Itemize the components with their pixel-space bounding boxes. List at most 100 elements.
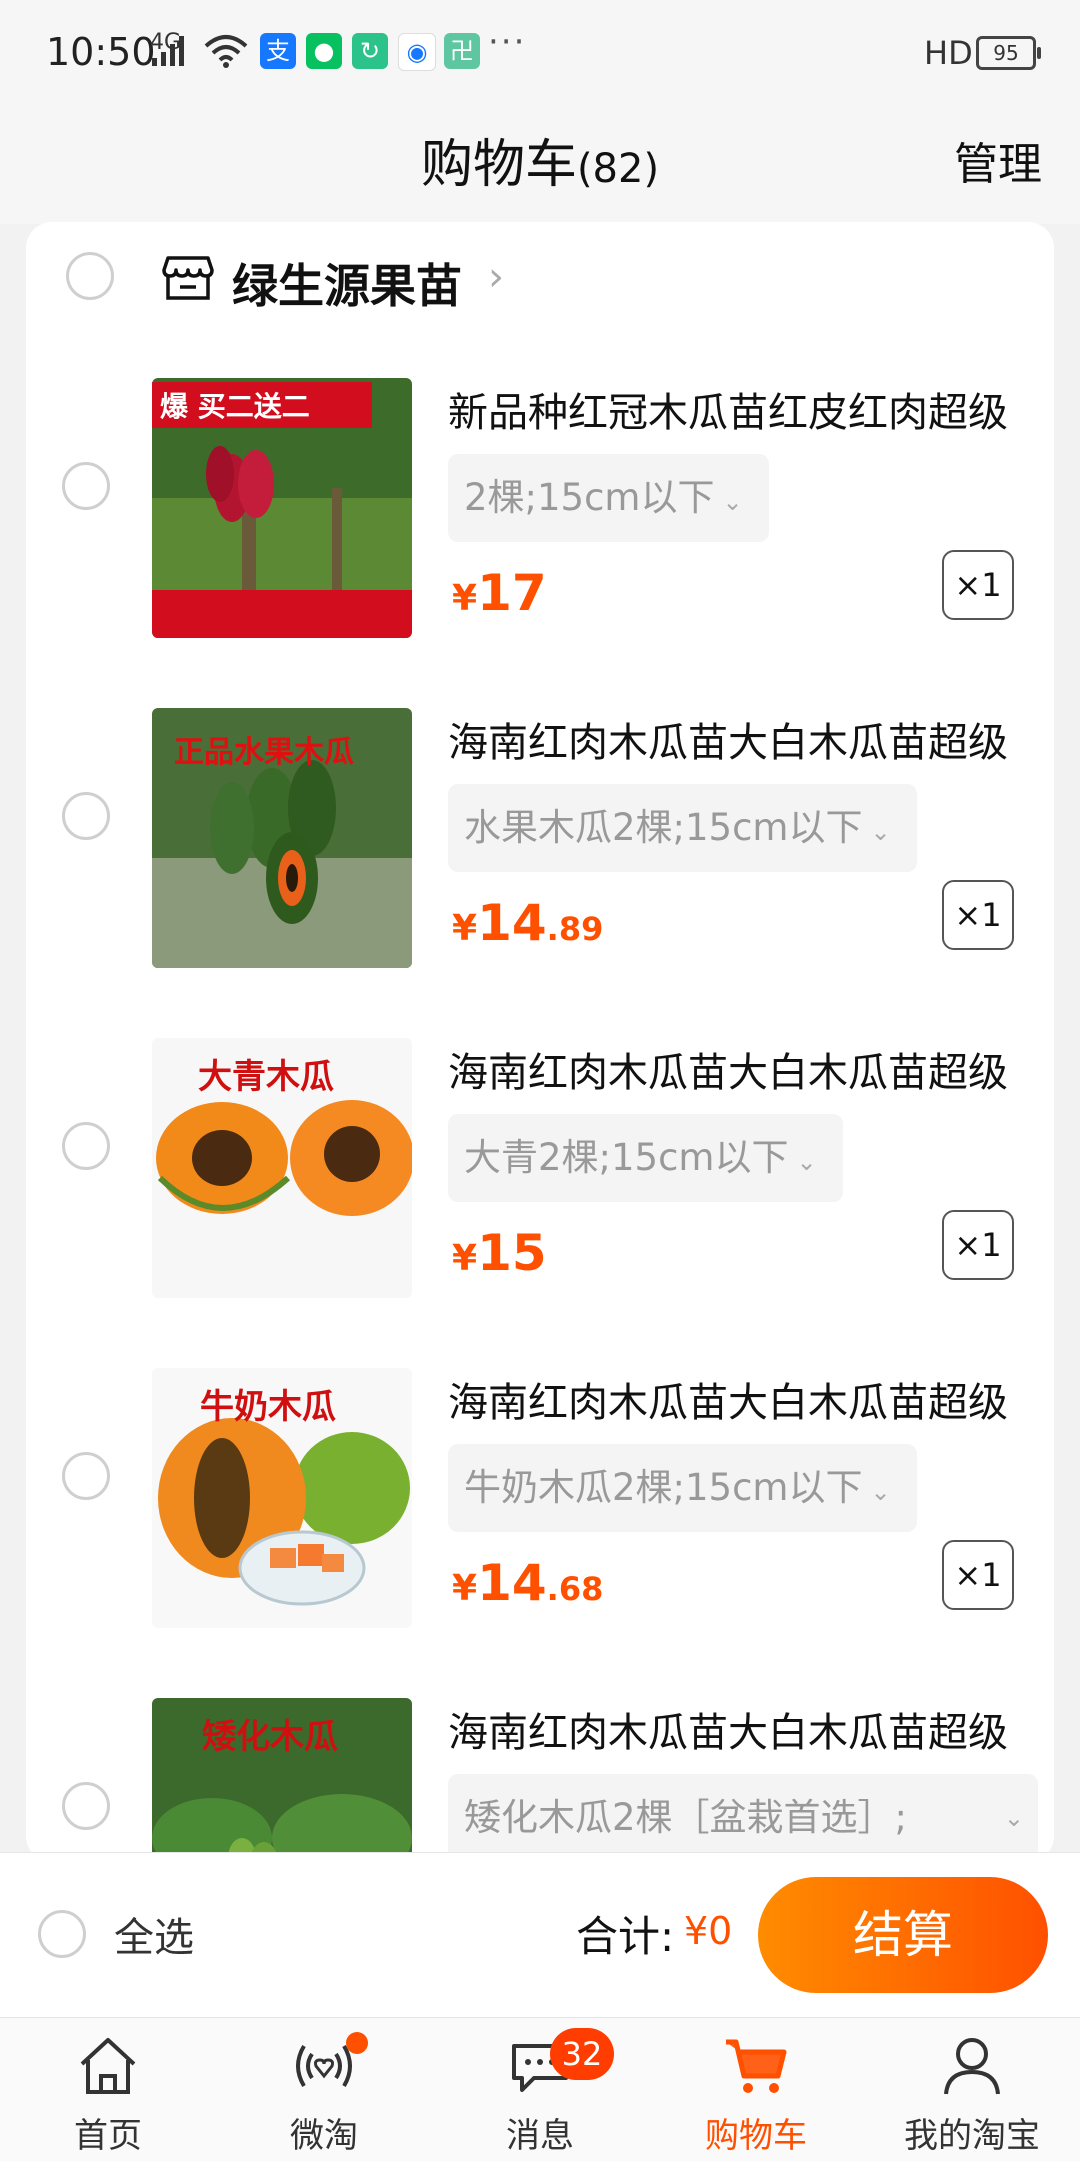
bottom-tab-bar: 首页 微淘 32 消息 购物车 我的淘宝 [0,2017,1080,2161]
item-title[interactable]: 海南红肉木瓜苗大白木瓜苗超级 [448,1040,1038,1098]
product-image-label: 矮化木瓜 [202,1717,338,1757]
currency-symbol: ¥ [452,1568,478,1609]
item-price: ¥17 [452,564,547,622]
chevron-right-icon[interactable]: › [488,254,504,300]
sync-icon: ↻ [352,33,388,69]
chevron-down-icon: ⌄ [870,818,891,846]
page-title-text: 购物车 [420,135,577,195]
tab-label: 首页 [74,2116,142,2156]
product-image-label: 牛奶木瓜 [200,1387,336,1427]
price-integer: 14 [477,894,547,952]
sku-selector[interactable]: 2棵;15cm以下 ⌄ [448,454,769,542]
cart-item[interactable]: 爆 买二送二 新品种红冠木瓜苗红皮红肉超级 2棵;15cm以下 ⌄ ¥17 ×1 [26,352,1054,682]
new-dot-indicator [346,2032,368,2054]
tab-profile[interactable]: 我的淘宝 [864,2018,1080,2161]
store-card: 绿生源果苗 › 爆 买二送二 新品种红冠木瓜苗红皮红肉超级 2棵;15cm以下 ⌄… [26,222,1054,1862]
store-icon [162,256,214,300]
cart-item[interactable]: 牛奶木瓜 海南红肉木瓜苗大白木瓜苗超级 牛奶木瓜2棵;15cm以下 ⌄ ¥14.6… [26,1342,1054,1672]
price-decimal: .89 [546,910,604,948]
tab-home[interactable]: 首页 [0,2018,216,2161]
tab-cart[interactable]: 购物车 [648,2018,864,2161]
sku-text: 牛奶木瓜2棵;15cm以下 [464,1466,863,1509]
more-notifications-icon: ··· [488,22,527,62]
message-badge: 32 [550,2028,614,2080]
sku-selector[interactable]: 水果木瓜2棵;15cm以下 ⌄ [448,784,917,872]
item-title[interactable]: 海南红肉木瓜苗大白木瓜苗超级 [448,710,1038,768]
sku-text: 矮化木瓜2棵［盆栽首选］; [464,1796,908,1839]
select-all-label[interactable]: 全选 [114,1905,194,1963]
browser-icon: ◉ [398,33,436,71]
item-select-radio[interactable] [62,792,110,840]
item-select-radio[interactable] [62,1452,110,1500]
item-select-radio[interactable] [62,1782,110,1830]
product-image[interactable]: 爆 买二送二 [152,378,412,638]
checkout-bar: 全选 合计: ¥0 结算 [0,1852,1080,2018]
tab-label: 消息 [506,2116,574,2156]
sku-selector[interactable]: 矮化木瓜2棵［盆栽首选］; ⌄ [448,1774,1038,1862]
cart-icon [726,2039,787,2093]
currency-symbol: ¥ [452,578,478,619]
quantity-button[interactable]: ×1 [942,880,1014,950]
quantity-button[interactable]: ×1 [942,550,1014,620]
item-select-radio[interactable] [62,462,110,510]
chevron-down-icon: ⌄ [1003,1804,1024,1832]
product-image[interactable]: 大青木瓜 [152,1038,412,1298]
cart-item[interactable]: 大青木瓜 海南红肉木瓜苗大白木瓜苗超级 大青2棵;15cm以下 ⌄ ¥15 ×1 [26,1012,1054,1342]
product-image[interactable]: 牛奶木瓜 [152,1368,412,1628]
item-select-radio[interactable] [62,1122,110,1170]
currency-symbol: ¥ [452,908,478,949]
store-header: 绿生源果苗 › [26,222,1054,334]
wifi-icon [204,35,248,68]
total-label: 合计: [576,1912,675,1961]
total-value: ¥0 [684,1909,733,1953]
currency-symbol: ¥ [452,1238,478,1279]
product-image[interactable]: 矮化木瓜 [152,1698,412,1862]
store-name[interactable]: 绿生源果苗 [232,250,462,316]
tab-messages[interactable]: 32 消息 [432,2018,648,2161]
app-icon: 卍 [444,33,480,69]
status-time: 10:50 [46,30,156,74]
home-icon [80,2038,136,2094]
status-bar: 10:50 4G 支 ● ↻ ◉ 卍 ··· HD 95 [0,0,1080,100]
tab-label: 我的淘宝 [904,2116,1040,2156]
sku-text: 水果木瓜2棵;15cm以下 [464,806,863,849]
price-integer: 17 [477,564,547,622]
cart-item[interactable]: 矮化木瓜 海南红肉木瓜苗大白木瓜苗超级 矮化木瓜2棵［盆栽首选］; ⌄ [26,1672,1054,1862]
manage-button[interactable]: 管理 [954,128,1042,192]
alipay-icon: 支 [260,33,296,69]
select-all-radio[interactable] [38,1910,86,1958]
product-image-label: 爆 买二送二 [160,390,310,423]
product-image[interactable]: 正品水果木瓜 [152,708,412,968]
item-price: ¥14.68 [452,1554,603,1612]
hd-indicator: HD [924,34,973,72]
sku-selector[interactable]: 大青2棵;15cm以下 ⌄ [448,1114,843,1202]
battery-level: 95 [993,41,1019,65]
battery-icon: 95 [976,36,1041,70]
sku-text: 大青2棵;15cm以下 [464,1136,789,1179]
signal-icon [152,36,184,66]
sku-selector[interactable]: 牛奶木瓜2棵;15cm以下 ⌄ [448,1444,917,1532]
item-title[interactable]: 海南红肉木瓜苗大白木瓜苗超级 [448,1700,1038,1758]
item-title[interactable]: 新品种红冠木瓜苗红皮红肉超级 [448,380,1038,438]
item-title[interactable]: 海南红肉木瓜苗大白木瓜苗超级 [448,1370,1038,1428]
quantity-button[interactable]: ×1 [942,1540,1014,1610]
store-select-radio[interactable] [66,252,114,300]
price-integer: 14 [477,1554,547,1612]
tab-label: 购物车 [705,2116,807,2156]
wechat-icon: ● [306,33,342,69]
page-title: 购物车(82) [0,122,1080,197]
chevron-down-icon: ⌄ [796,1148,817,1176]
cart-count: (82) [576,146,660,192]
quantity-button[interactable]: ×1 [942,1210,1014,1280]
tab-weitao[interactable]: 微淘 [216,2018,432,2161]
chevron-down-icon: ⌄ [722,488,743,516]
price-integer: 15 [477,1224,547,1282]
sku-text: 2棵;15cm以下 [464,476,715,519]
price-decimal: .68 [546,1570,604,1608]
item-price: ¥14.89 [452,894,603,952]
checkout-button[interactable]: 结算 [758,1877,1048,1993]
chevron-down-icon: ⌄ [870,1478,891,1506]
tab-label: 微淘 [290,2116,358,2156]
page-header: 购物车(82) 管理 [0,100,1080,224]
cart-item[interactable]: 正品水果木瓜 海南红肉木瓜苗大白木瓜苗超级 水果木瓜2棵;15cm以下 ⌄ ¥14… [26,682,1054,1012]
